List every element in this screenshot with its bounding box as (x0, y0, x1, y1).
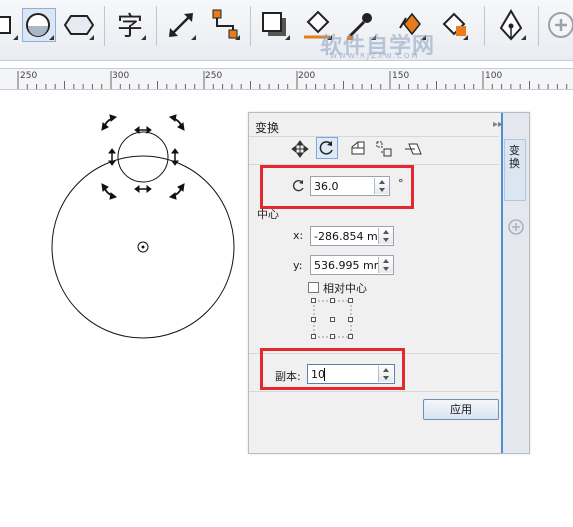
connector-tool-icon[interactable] (208, 8, 242, 42)
smart-fill-tool-icon[interactable] (436, 8, 470, 42)
skew-mode-icon[interactable] (404, 140, 422, 158)
relative-center-label: 相对中心 (323, 282, 367, 295)
add-docker-icon[interactable] (508, 219, 524, 235)
anchor-point-grid[interactable] (311, 297, 355, 341)
center-x-field[interactable]: -286.854 mm (310, 226, 394, 246)
transform-tab-label: 变换 (509, 144, 520, 170)
toolbar: 字 软件自学网 WWW.RJZXW.COM (0, 0, 573, 61)
center-y-field[interactable]: 536.995 mm (310, 255, 394, 275)
rectangle-tool-icon[interactable] (0, 8, 20, 42)
text-tool-glyph: 字 (117, 12, 143, 42)
ellipse-tool-icon[interactable] (22, 8, 56, 42)
x-label: x: (293, 229, 304, 242)
docker-tab-strip: 变换 (501, 113, 529, 453)
y-label: y: (293, 259, 303, 272)
rotate-handles[interactable] (101, 114, 185, 200)
polygon-tool-icon[interactable] (62, 8, 96, 42)
ruler-label: 250 (205, 71, 223, 81)
scale-mode-icon[interactable] (349, 140, 367, 158)
ruler-label: 150 (392, 71, 410, 81)
relative-center-checkbox[interactable] (308, 282, 319, 293)
highlight-copies (260, 348, 405, 390)
ruler-label: 250 (20, 71, 38, 81)
rotate-mode-button[interactable] (316, 137, 338, 159)
drop-shadow-tool-icon[interactable] (258, 8, 292, 42)
text-tool-icon[interactable]: 字 (114, 8, 148, 42)
ruler-label: 300 (112, 71, 130, 81)
small-circle[interactable] (117, 131, 169, 183)
ruler-label: 200 (298, 71, 316, 81)
rotate-mode-icon (319, 141, 333, 155)
highlight-rotation (260, 165, 414, 209)
transform-tab[interactable]: 变换 (504, 139, 526, 201)
ruler-label: 100 (485, 71, 503, 81)
center-y-value: 536.995 mm (314, 259, 378, 272)
transform-docker: 变换 ▸▸ ✕ 36.0 ° 中心 x: -286.854 mm y: 536.… (248, 112, 530, 454)
docker-title: 变换 (255, 121, 280, 135)
add-icon[interactable] (544, 8, 573, 42)
pen-tool-icon[interactable] (494, 8, 528, 42)
center-label: 中心 (257, 208, 279, 221)
position-mode-icon[interactable] (291, 140, 309, 158)
watermark-url: WWW.RJZXW.COM (330, 52, 420, 60)
horizontal-ruler[interactable]: 250 300 250 200 150 100 (0, 68, 573, 90)
center-x-stepper[interactable] (378, 228, 393, 244)
center-y-stepper[interactable] (378, 257, 393, 273)
dimension-tool-icon[interactable] (164, 8, 198, 42)
size-mode-icon[interactable] (375, 140, 393, 158)
center-x-value: -286.854 mm (314, 230, 378, 243)
apply-button[interactable]: 应用 (423, 399, 499, 420)
